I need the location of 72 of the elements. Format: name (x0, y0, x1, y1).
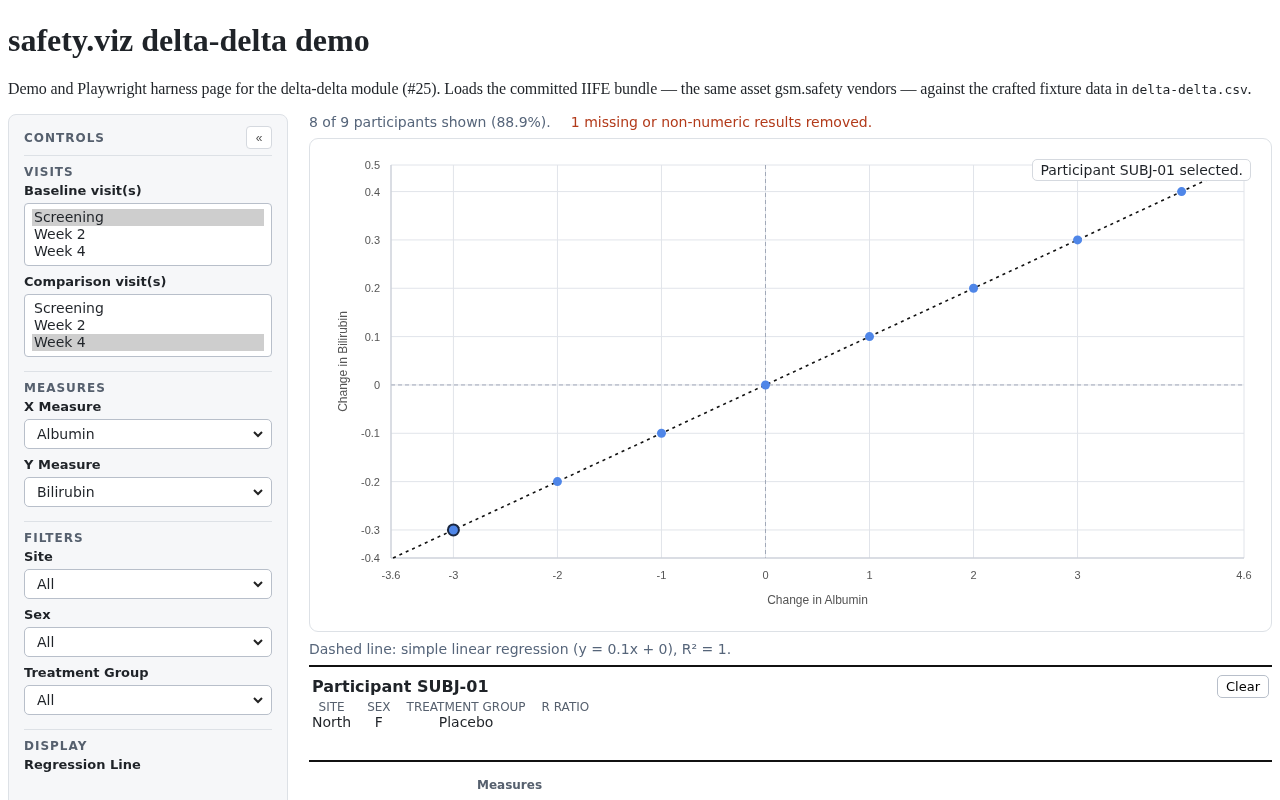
x-tick-label: 0 (762, 569, 769, 581)
chevron-down-icon (253, 638, 263, 646)
collapse-button[interactable]: « (246, 126, 272, 149)
dropdown[interactable]: All (24, 569, 272, 599)
clear-button[interactable]: Clear (1217, 675, 1269, 698)
x-tick-label: 3 (1074, 569, 1081, 581)
listbox-option[interactable]: Screening (32, 209, 264, 226)
listbox-option[interactable]: Week 2 (32, 226, 264, 243)
control-label: Y Measure (24, 457, 102, 473)
page-title: safety.viz delta-delta demo (8, 21, 371, 59)
y-tick-label: -0.3 (361, 523, 380, 536)
data-point[interactable] (552, 477, 562, 487)
regression-note: Dashed line: simple linear regression (y = 0.1x + 0), R² = 1. (309, 641, 733, 657)
y-tick-label: 0.1 (364, 330, 380, 343)
dropdown[interactable]: Albumin (24, 419, 272, 449)
y-tick-label: 0.5 (364, 159, 380, 171)
control-label: Comparison visit(s) (24, 274, 168, 290)
section-heading: VISITS (24, 164, 75, 180)
selection-tooltip: Participant SUBJ-01 selected. (1032, 159, 1251, 181)
y-tick-label: -0.1 (361, 427, 380, 440)
control-label: X Measure (24, 399, 103, 415)
listbox-option[interactable]: Week 2 (32, 317, 264, 334)
x-tick-label: 1 (866, 569, 873, 581)
x-tick-label: -2 (552, 569, 563, 581)
control-label: Regression Line (24, 757, 142, 773)
dropdown[interactable]: All (24, 627, 272, 657)
dropdown[interactable]: All (24, 685, 272, 715)
chevron-down-icon (253, 696, 263, 704)
x-tick-label: -3.6 (381, 569, 401, 581)
field-label: SITE (318, 700, 345, 714)
data-point[interactable] (446, 523, 460, 537)
x-tick-label: 2 (970, 569, 977, 581)
field-label: SEX (367, 700, 391, 714)
dropdown[interactable]: Bilirubin (24, 477, 272, 507)
section-heading: FILTERS (24, 530, 85, 546)
control-label: Sex (24, 607, 52, 623)
listbox-option[interactable]: Week 4 (32, 243, 264, 260)
y-axis-title: Change in Bilirubin (336, 311, 350, 412)
x-tick-label: 4.6 (1236, 569, 1252, 581)
section-heading: DISPLAY (24, 738, 89, 754)
listbox-option[interactable]: Week 4 (32, 334, 264, 351)
participant-title: Participant SUBJ-01 (312, 677, 489, 696)
control-label: Treatment Group (24, 665, 150, 681)
chevron-down-icon (253, 580, 263, 588)
control-label: Site (24, 549, 54, 565)
y-tick-label: 0.2 (364, 282, 380, 295)
intro-text: Demo and Playwright harness page for the delta-delta module (#25). Loads the committed IIFE bundle — the same asset gsm.safety vendors — against the crafted fixture data in delta-delta.csv. (8, 80, 1253, 98)
chevron-down-icon (253, 488, 263, 496)
section-heading: MEASURES (24, 380, 107, 396)
field-value: Placebo (438, 714, 494, 730)
listbox-option[interactable]: Screening (32, 300, 264, 317)
visit-listbox[interactable]: Screening Week 2 Week 4 (24, 203, 272, 266)
controls-title: CONTROLS (24, 130, 105, 145)
field-value: F (374, 714, 383, 730)
x-axis-title: Change in Albumin (767, 593, 868, 607)
measures-heading: Measures (477, 778, 543, 792)
participants-count: 8 of 9 participants shown (88.9%). (309, 114, 551, 130)
field-label: TREATMENT GROUP (406, 700, 526, 714)
visit-listbox[interactable]: Screening Week 2 Week 4 (24, 294, 272, 357)
chevron-down-icon (253, 430, 263, 438)
removed-warning: 1 missing or non-numeric results removed. (570, 114, 873, 130)
data-point[interactable] (969, 283, 979, 293)
y-tick-label: 0.3 (364, 233, 380, 246)
x-tick-label: -1 (656, 569, 667, 581)
y-tick-label: 0 (373, 378, 380, 391)
field-value: North (312, 714, 352, 730)
y-tick-label: -0.4 (361, 552, 380, 564)
y-tick-label: 0.4 (364, 185, 380, 198)
control-label: Baseline visit(s) (24, 183, 143, 199)
y-tick-label: -0.2 (361, 475, 380, 488)
field-label: R RATIO (541, 700, 590, 714)
x-tick-label: -3 (448, 569, 459, 581)
